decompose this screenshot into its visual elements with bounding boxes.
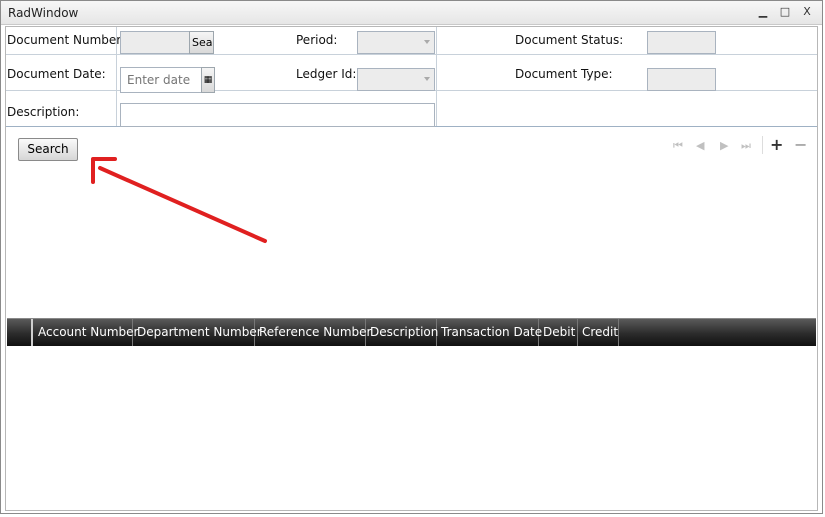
pager-divider	[762, 136, 763, 154]
column-reference-number[interactable]: Reference Number	[255, 319, 371, 346]
document-type-label: Document Type:	[515, 67, 613, 81]
chevron-down-icon	[424, 40, 430, 44]
column-account-number[interactable]: Account Number	[34, 319, 138, 346]
rad-window: RadWindow ▁ □ X Document Number: Sea Per…	[0, 0, 823, 514]
document-date-input[interactable]	[120, 67, 202, 93]
column-debit[interactable]: Debit	[539, 319, 578, 346]
remove-icon[interactable]: −	[794, 135, 807, 154]
ledger-id-dropdown[interactable]	[357, 68, 435, 91]
column-department-number[interactable]: Department Number	[133, 319, 262, 346]
grid-header: Account Number Department Number Referen…	[7, 318, 816, 346]
search-button[interactable]: Search	[18, 138, 78, 161]
description-label: Description:	[7, 105, 80, 119]
maximize-icon[interactable]: □	[778, 5, 792, 19]
form-divider	[6, 54, 817, 55]
document-number-input[interactable]	[120, 31, 190, 54]
previous-page-icon[interactable]: ◀	[696, 139, 704, 152]
minimize-icon[interactable]: ▁	[756, 5, 770, 19]
column-transaction-date[interactable]: Transaction Date	[437, 319, 542, 346]
add-icon[interactable]: +	[770, 135, 783, 154]
ledger-id-label: Ledger Id:	[296, 67, 357, 81]
column-description[interactable]: Description	[366, 319, 438, 346]
document-date-field[interactable]	[121, 68, 201, 92]
period-label: Period:	[296, 33, 338, 47]
column-credit[interactable]: Credit	[578, 319, 619, 346]
period-dropdown[interactable]	[357, 31, 435, 54]
calendar-icon[interactable]: ▦	[201, 67, 215, 93]
title-bar[interactable]: RadWindow ▁ □ X	[1, 1, 822, 25]
grid-select-column[interactable]	[7, 319, 33, 346]
document-status-input[interactable]	[647, 31, 716, 54]
description-field[interactable]	[121, 104, 434, 126]
document-number-field[interactable]	[121, 32, 189, 53]
document-type-input[interactable]	[647, 68, 716, 91]
window-title: RadWindow	[8, 6, 79, 20]
last-page-icon[interactable]: ⏭	[741, 139, 751, 153]
chevron-down-icon	[424, 77, 430, 81]
next-page-icon[interactable]: ▶	[720, 139, 728, 152]
close-icon[interactable]: X	[800, 5, 814, 19]
first-page-icon[interactable]: ⏮	[673, 139, 683, 153]
document-number-label: Document Number:	[7, 33, 126, 47]
description-input[interactable]	[120, 103, 435, 127]
form-divider	[436, 27, 437, 126]
content-frame: Document Number: Sea Period: Document St…	[5, 26, 818, 511]
document-number-search-button[interactable]: Sea	[189, 31, 214, 54]
document-date-label: Document Date:	[7, 67, 106, 81]
document-status-label: Document Status:	[515, 33, 624, 47]
